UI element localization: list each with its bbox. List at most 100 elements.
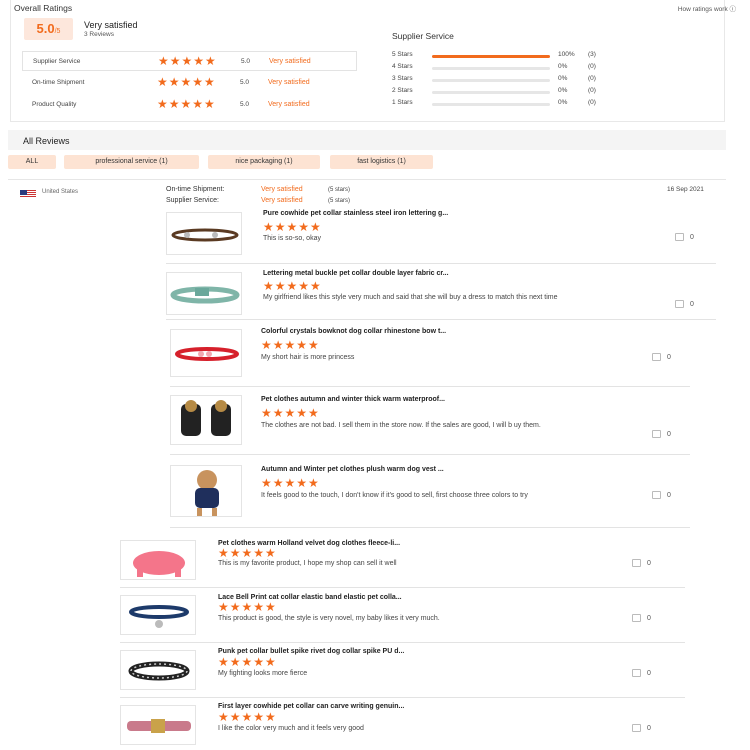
star-bar-label: 3 Stars: [392, 75, 413, 82]
star-bar-label: 2 Stars: [392, 87, 413, 94]
like-button[interactable]: 0: [632, 669, 651, 677]
product-stars: ★★★★★: [263, 220, 322, 234]
like-button[interactable]: 0: [632, 724, 651, 732]
overall-review-count: 3 Reviews: [84, 31, 114, 38]
metric-label: Product Quality: [32, 101, 77, 108]
collar-image: [129, 605, 189, 628]
product-title[interactable]: Colorful crystals bowknot dog collar rhi…: [261, 328, 446, 335]
review-text: This is my favorite product, I hope my s…: [218, 560, 397, 567]
like-button[interactable]: 0: [632, 559, 651, 567]
star-bar-row: 4 Stars 0% (0): [392, 63, 622, 73]
star-bar-track: [432, 79, 550, 82]
star-bar-row: 3 Stars 0% (0): [392, 75, 622, 85]
product-thumbnail[interactable]: [120, 705, 196, 745]
star-bar-label: 5 Stars: [392, 51, 413, 58]
product-stars: ★★★★★: [261, 406, 320, 420]
product-title[interactable]: First layer cowhide pet collar can carve…: [218, 703, 404, 710]
product-stars: ★★★★★: [261, 338, 320, 352]
collar-image: [128, 661, 190, 681]
product-thumbnail[interactable]: [120, 540, 196, 580]
like-button[interactable]: 0: [632, 614, 651, 622]
thumbs-up-icon: [632, 724, 641, 732]
filter-chip-all[interactable]: ALL: [8, 155, 56, 169]
star-bar-percent: 0%: [558, 63, 568, 70]
review-text: I like the color very much and it feels …: [218, 725, 364, 732]
star-bar-percent: 0%: [558, 87, 568, 94]
supplier-service-title: Supplier Service: [392, 31, 454, 41]
service-label: Supplier Service:: [166, 197, 219, 204]
product-thumbnail[interactable]: [170, 329, 242, 377]
product-title[interactable]: Punk pet collar bullet spike rivet dog c…: [218, 648, 404, 655]
review-text: My short hair is more princess: [261, 354, 355, 361]
divider: [120, 697, 685, 698]
product-title[interactable]: Pet clothes autumn and winter thick warm…: [261, 396, 445, 403]
divider: [170, 527, 690, 528]
like-button[interactable]: 0: [675, 233, 694, 241]
divider: [120, 642, 685, 643]
overall-score: 5.0: [36, 21, 55, 36]
dog-clothes-image: [133, 551, 185, 577]
star-bar-track: [432, 55, 550, 58]
product-thumbnail[interactable]: [170, 395, 242, 445]
product-thumbnail[interactable]: [120, 650, 196, 690]
thumbs-up-icon: [632, 614, 641, 622]
divider: [120, 587, 685, 588]
like-button[interactable]: 0: [652, 491, 671, 499]
filter-chip-nice-packaging[interactable]: nice packaging (1): [208, 155, 320, 169]
like-button[interactable]: 0: [675, 300, 694, 308]
all-reviews-header: [8, 130, 726, 150]
product-title[interactable]: Autumn and Winter pet clothes plush warm…: [261, 466, 444, 473]
product-thumbnail[interactable]: [120, 595, 196, 635]
metric-verdict: Very satisfied: [269, 58, 311, 65]
collar-image: [127, 719, 191, 733]
shipment-value: Very satisfied: [261, 186, 303, 193]
metric-stars: ★★★★★: [157, 97, 216, 111]
star-bar-count: (0): [588, 63, 596, 70]
metric-label: Supplier Service: [33, 58, 81, 65]
star-bar-count: (0): [588, 75, 596, 82]
metric-row-supplier-service: Supplier Service ★★★★★ 5.0 Very satisfie…: [22, 51, 357, 71]
product-stars: ★★★★★: [261, 476, 320, 490]
like-count: 0: [667, 430, 671, 438]
thumbs-up-icon: [675, 233, 684, 241]
product-thumbnail[interactable]: [170, 465, 242, 517]
filter-chip-professional-service[interactable]: professional service (1): [64, 155, 199, 169]
review-text: My fighting looks more fierce: [218, 670, 308, 677]
product-stars: ★★★★★: [218, 546, 277, 560]
divider: [170, 386, 690, 387]
filter-chip-fast-logistics[interactable]: fast logistics (1): [330, 155, 433, 169]
metric-row-product-quality: Product Quality ★★★★★ 5.0 Very satisfied: [22, 95, 357, 115]
service-value: Very satisfied: [261, 197, 303, 204]
like-button[interactable]: 0: [652, 353, 671, 361]
star-bar-row: 1 Stars 0% (0): [392, 99, 622, 109]
product-stars: ★★★★★: [263, 279, 322, 293]
dog-vest-image: [195, 470, 219, 516]
product-thumbnail[interactable]: [166, 272, 242, 315]
thumbs-up-icon: [675, 300, 684, 308]
all-reviews-title: All Reviews: [23, 136, 70, 146]
review-text: It feels good to the touch, I don't know…: [261, 492, 528, 499]
how-ratings-work-link[interactable]: How ratings work ⓘ: [678, 3, 736, 13]
like-count: 0: [667, 491, 671, 499]
star-bar-count: (0): [588, 87, 596, 94]
product-title[interactable]: Lettering metal buckle pet collar double…: [263, 270, 449, 277]
product-title[interactable]: Pure cowhide pet collar stainless steel …: [263, 210, 448, 217]
star-bar-percent: 0%: [558, 75, 568, 82]
shipment-label: On-time Shipment:: [166, 186, 225, 193]
metric-verdict: Very satisfied: [268, 101, 310, 108]
collar-image: [170, 286, 240, 304]
review-text: My girlfriend likes this style very much…: [263, 294, 558, 301]
pet-clothes-image: [181, 400, 231, 436]
divider: [170, 454, 690, 455]
star-bar-percent: 100%: [558, 51, 575, 58]
like-button[interactable]: 0: [652, 430, 671, 438]
metric-verdict: Very satisfied: [268, 79, 310, 86]
divider: [166, 263, 716, 264]
product-stars: ★★★★★: [218, 600, 277, 614]
metric-score: 5.0: [241, 58, 251, 65]
divider: [8, 179, 726, 180]
like-count: 0: [690, 300, 694, 308]
product-thumbnail[interactable]: [166, 212, 242, 255]
collar-image: [175, 347, 239, 361]
review-text: The clothes are not bad. I sell them in …: [261, 422, 541, 429]
